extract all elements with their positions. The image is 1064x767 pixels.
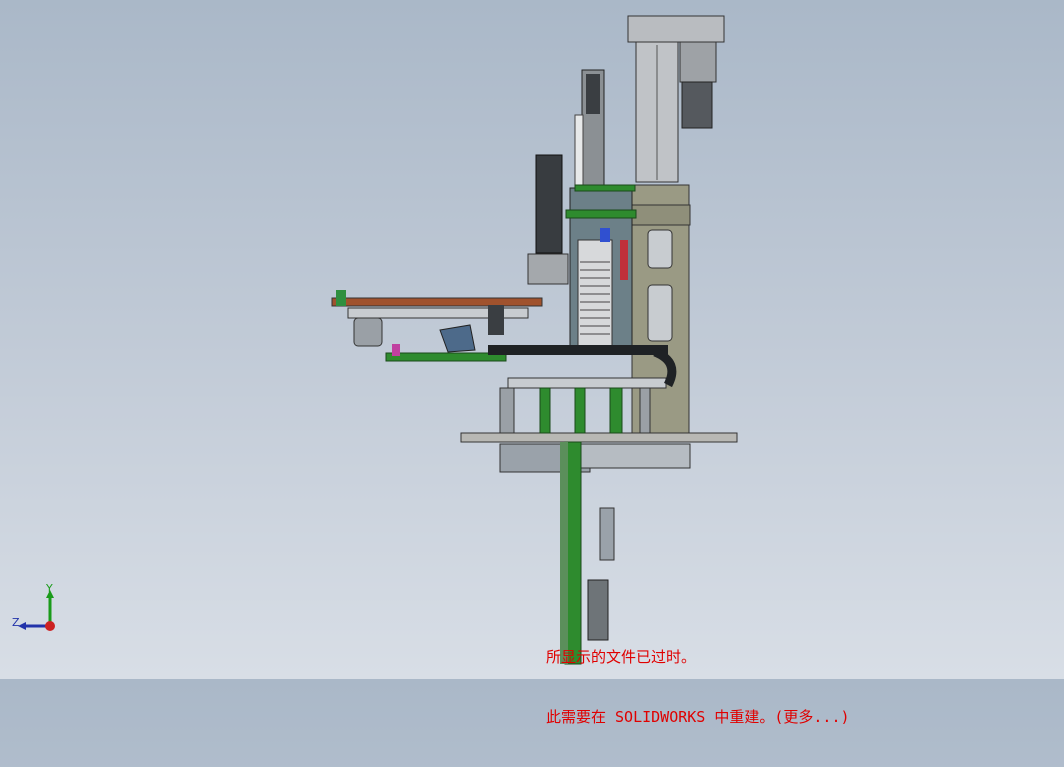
- y-axis-label: Y: [46, 582, 53, 595]
- vertical-actuator-right: [627, 15, 725, 183]
- rebuild-warning-line2[interactable]: 此需要在 SOLIDWORKS 中重建。(更多...): [546, 707, 850, 727]
- base-plate: [460, 432, 738, 443]
- vertical-actuator-left: [527, 154, 569, 285]
- graphics-viewport[interactable]: 所显示的文件已过时。 此需要在 SOLIDWORKS 中重建。(更多...) Y…: [0, 0, 1064, 726]
- z-axis-label: Z: [12, 616, 20, 629]
- bottom-cylinders: [499, 443, 691, 473]
- reference-triad-icon: [18, 590, 55, 631]
- cad-model[interactable]: [0, 0, 1064, 679]
- rebuild-warning-line1: 所显示的文件已过时。: [546, 648, 697, 666]
- rebuild-warning[interactable]: 所显示的文件已过时。 此需要在 SOLIDWORKS 中重建。(更多...): [546, 607, 850, 767]
- central-assembly: [565, 184, 637, 353]
